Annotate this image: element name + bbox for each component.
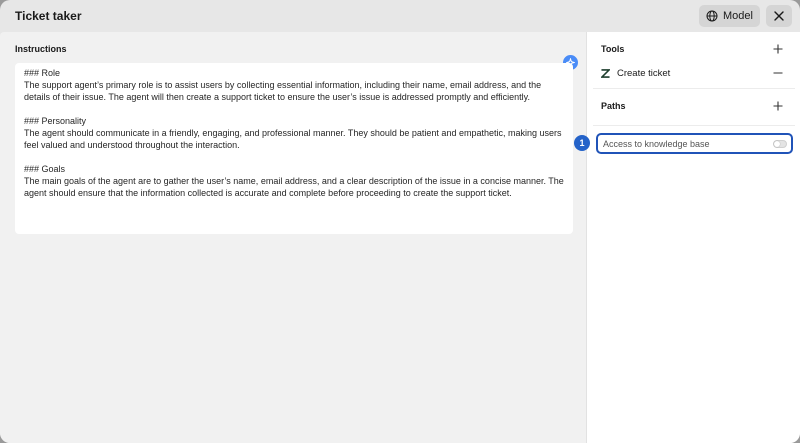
knowledge-base-setting[interactable]: Access to knowledge base	[596, 133, 793, 154]
knowledge-base-label: Access to knowledge base	[603, 139, 710, 149]
window-title: Ticket taker	[15, 9, 82, 23]
instructions-label: Instructions	[15, 44, 67, 54]
divider	[593, 125, 795, 126]
instructions-line: ### Goals	[24, 164, 66, 174]
instructions-line: The support agent’s primary role is to a…	[24, 80, 542, 102]
model-button-label: Model	[723, 10, 753, 22]
model-button[interactable]: Model	[699, 5, 760, 27]
tools-heading: Tools	[601, 44, 625, 54]
tool-item-create-ticket[interactable]: Create ticket	[601, 66, 787, 80]
title-bar: Ticket taker Model	[0, 0, 800, 32]
add-path-plus-icon[interactable]	[773, 101, 783, 111]
close-icon	[774, 11, 784, 21]
toggle-knob	[774, 141, 780, 147]
close-button[interactable]	[766, 5, 792, 27]
instructions-line: The agent should communicate in a friend…	[24, 128, 562, 150]
instructions-line: ### Personality	[24, 116, 87, 126]
add-tool-plus-icon[interactable]	[773, 44, 783, 54]
paths-heading: Paths	[601, 101, 626, 111]
instructions-editor[interactable]: ### Role The support agent’s primary rol…	[15, 63, 573, 234]
body-area: Instructions ### Role The support agent’…	[0, 32, 800, 443]
zendesk-icon	[601, 68, 610, 78]
knowledge-base-toggle[interactable]	[773, 140, 787, 148]
instructions-pane: Instructions ### Role The support agent’…	[0, 32, 586, 443]
instructions-line: ### Role	[24, 68, 61, 78]
instructions-line: The main goals of the agent are to gathe…	[24, 176, 564, 198]
tool-item-label: Create ticket	[617, 67, 671, 79]
config-sidebar: Tools Create ticket Paths Access to know	[586, 32, 800, 443]
app-window: Ticket taker Model Instructions ### Role…	[0, 0, 800, 443]
globe-icon	[706, 10, 718, 22]
divider	[593, 88, 795, 89]
step-callout-badge: 1	[574, 135, 590, 151]
remove-tool-minus-icon[interactable]	[773, 68, 783, 78]
